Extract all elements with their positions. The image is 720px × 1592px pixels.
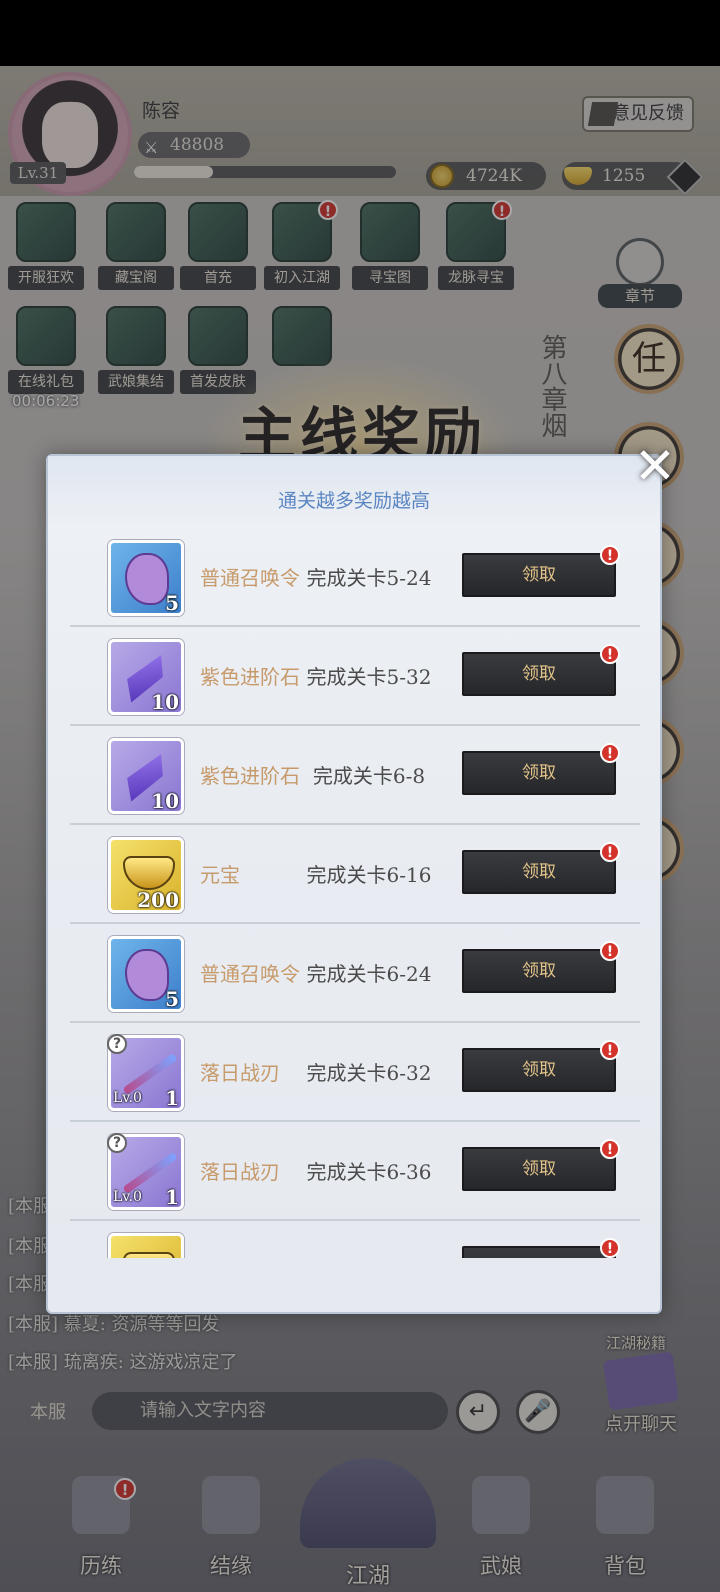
gold-ingot-icon <box>123 856 175 890</box>
item-quantity: 200 <box>137 888 179 912</box>
reward-item-icon[interactable]: 5 <box>108 540 184 616</box>
item-name: 落日战刃 <box>200 1061 280 1085</box>
stage-requirement: 完成关卡7-8 <box>294 1255 444 1258</box>
stage-requirement: 完成关卡6-24 <box>306 962 432 986</box>
status-bar <box>0 0 720 66</box>
stage-requirement: 完成关卡5-24 <box>306 566 432 590</box>
claim-button[interactable]: 领取! <box>462 644 620 696</box>
reward-list[interactable]: 5 普通召唤令 完成关卡5-24 领取! 10 紫色进阶石 完成关卡5-32 领取! 10 紫色进… <box>70 528 640 1258</box>
stage-requirement: 完成关卡6-8 <box>312 764 426 788</box>
claim-label: 领取 <box>522 565 556 585</box>
notification-badge: ! <box>600 644 620 664</box>
reward-item-icon[interactable]: 5 <box>108 936 184 1012</box>
item-quantity: 1 <box>165 1185 179 1209</box>
claim-label: 领取 <box>522 1060 556 1080</box>
item-name: 紫色进阶石 <box>200 764 300 788</box>
reward-row: 10 紫色进阶石 完成关卡5-32 领取! <box>70 627 640 726</box>
close-icon[interactable]: ✕ <box>630 441 680 492</box>
item-name: 元宝 <box>200 863 240 887</box>
reward-row: 10 紫色进阶石 完成关卡6-8 领取! <box>70 726 640 825</box>
stage-requirement: 完成关卡6-16 <box>306 863 432 887</box>
gold-ingot-icon <box>123 1252 175 1258</box>
claim-button[interactable]: 领取! <box>462 1040 620 1092</box>
notification-badge: ! <box>600 1238 620 1258</box>
reward-row: 5 普通召唤令 完成关卡6-24 领取! <box>70 924 640 1023</box>
summon-scroll-icon <box>125 949 169 1001</box>
item-name: 元宝 <box>200 1255 240 1258</box>
panel-subtitle: 通关越多奖励越高 <box>277 490 430 512</box>
item-name: 普通召唤令 <box>200 962 300 986</box>
claim-label: 领取 <box>522 664 556 684</box>
claim-label: 领取 <box>522 763 556 783</box>
claim-button[interactable]: 领取! <box>462 1238 620 1258</box>
notification-badge: ! <box>600 545 620 565</box>
summon-scroll-icon <box>125 553 169 605</box>
item-name: 落日战刃 <box>200 1160 280 1184</box>
reward-item-icon[interactable]: 200 <box>108 837 184 913</box>
notification-badge: ! <box>600 941 620 961</box>
reward-item-icon[interactable]: 10 <box>108 738 184 814</box>
reward-item-icon[interactable] <box>108 1233 184 1258</box>
reward-item-icon[interactable]: ? Lv.0 1 <box>107 1034 184 1111</box>
item-quantity: 10 <box>151 789 179 813</box>
reward-panel: 通关越多奖励越高 5 普通召唤令 完成关卡5-24 领取! 10 紫色进阶石 完成关卡5-3… <box>46 454 662 1314</box>
reward-row: 元宝 完成关卡7-8 领取! <box>70 1221 640 1258</box>
claim-button[interactable]: 领取! <box>462 743 620 795</box>
stage-requirement: 完成关卡6-36 <box>306 1160 432 1184</box>
claim-button[interactable]: 领取! <box>462 842 620 894</box>
notification-badge: ! <box>600 1040 620 1060</box>
item-name: 紫色进阶石 <box>200 665 300 689</box>
reward-item-icon[interactable]: 10 <box>108 639 184 715</box>
reward-row: ? Lv.0 1 落日战刃 完成关卡6-36 领取! <box>70 1122 640 1221</box>
item-level: Lv.0 <box>113 1189 142 1205</box>
claim-label: 领取 <box>522 961 556 981</box>
reward-row: ? Lv.0 1 落日战刃 完成关卡6-32 领取! <box>70 1023 640 1122</box>
item-quantity: 5 <box>165 591 179 615</box>
reward-row: 5 普通召唤令 完成关卡5-24 领取! <box>70 528 640 627</box>
claim-button[interactable]: 领取! <box>462 1139 620 1191</box>
notification-badge: ! <box>600 1139 620 1159</box>
reward-row: 200 元宝 完成关卡6-16 领取! <box>70 825 640 924</box>
claim-button[interactable]: 领取! <box>462 545 620 597</box>
stage-requirement: 完成关卡5-32 <box>306 665 432 689</box>
item-name: 普通召唤令 <box>200 566 300 590</box>
item-quantity: 1 <box>165 1086 179 1110</box>
claim-label: 领取 <box>522 1159 556 1179</box>
game-scene: Lv.31 陈容 ⚔ 48808 意见反馈 4724K 1255 开服狂欢 藏宝阁… <box>0 66 720 1592</box>
item-quantity: 10 <box>151 690 179 714</box>
question-icon[interactable]: ? <box>107 1133 127 1153</box>
item-level: Lv.0 <box>113 1090 142 1106</box>
notification-badge: ! <box>600 743 620 763</box>
reward-item-icon[interactable]: ? Lv.0 1 <box>107 1133 184 1210</box>
claim-button[interactable]: 领取! <box>462 941 620 993</box>
claim-label: 领取 <box>522 862 556 882</box>
stage-requirement: 完成关卡6-32 <box>306 1061 432 1085</box>
notification-badge: ! <box>600 842 620 862</box>
item-quantity: 5 <box>165 987 179 1011</box>
question-icon[interactable]: ? <box>107 1034 127 1054</box>
